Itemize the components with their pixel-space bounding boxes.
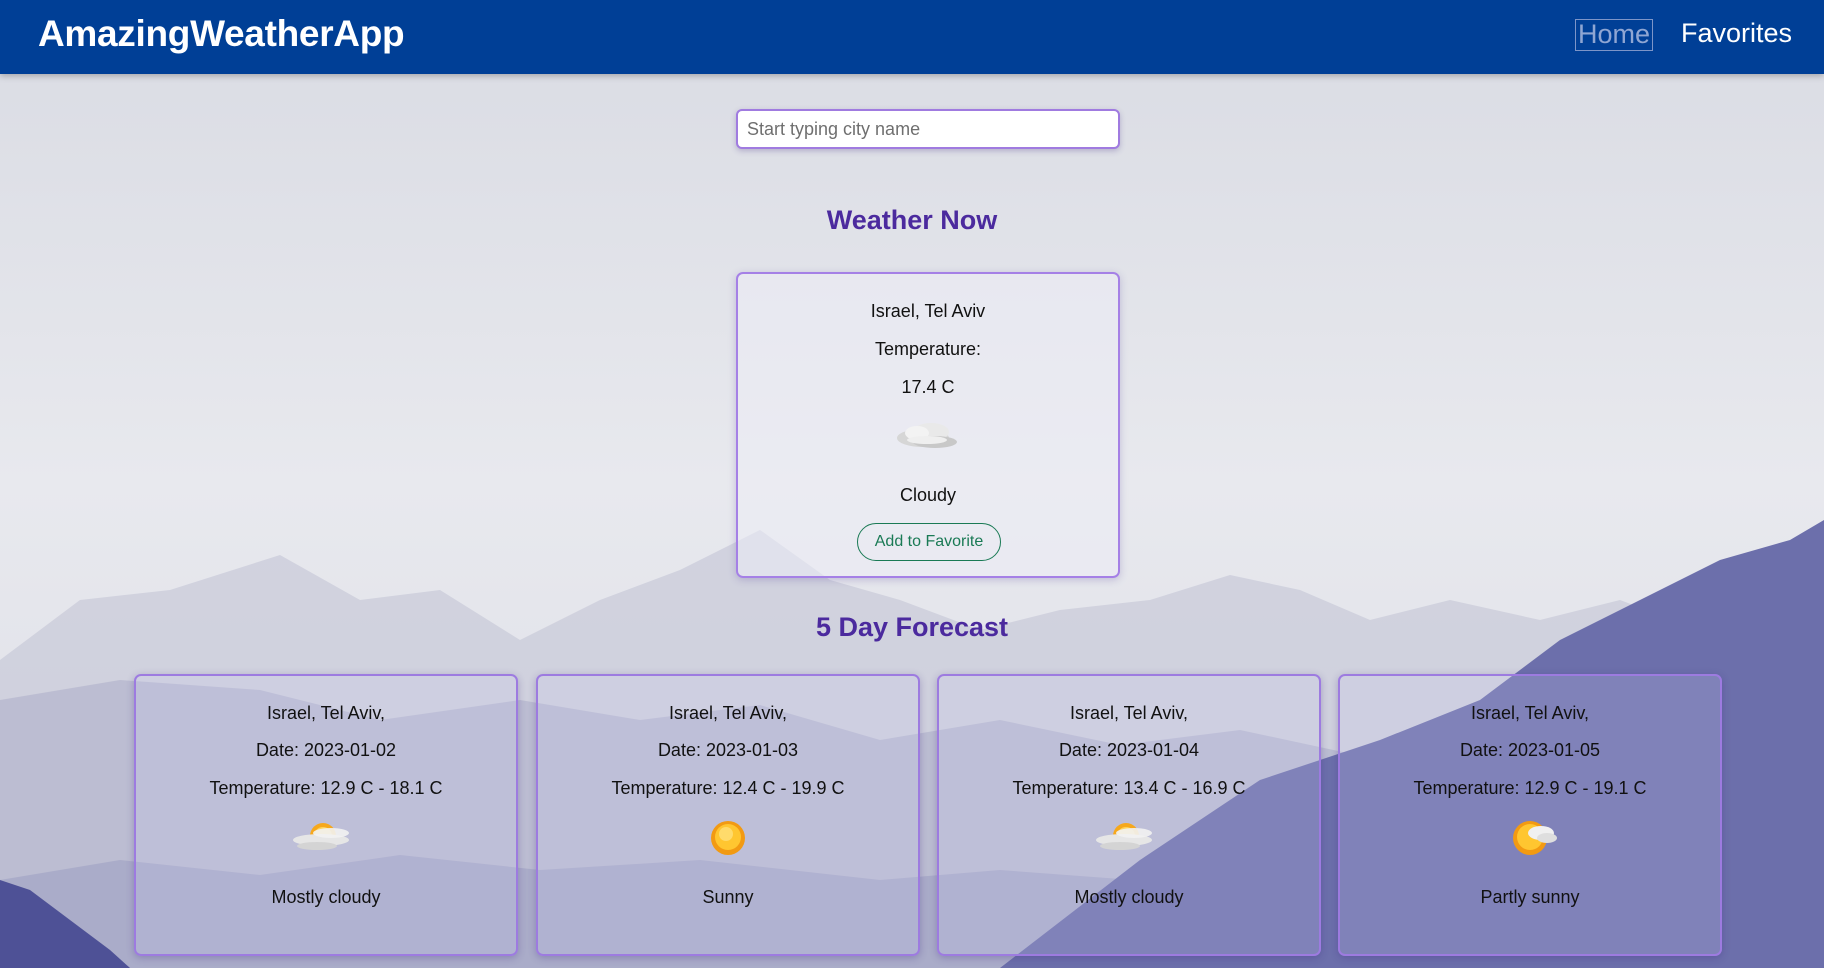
current-description: Cloudy (899, 485, 957, 505)
forecast-description: Mostly cloudy (1074, 887, 1184, 907)
forecast-date: Date: 2023-01-04 (1058, 740, 1200, 760)
mostly-cloudy-icon (939, 816, 1319, 860)
forecast-date: Date: 2023-01-03 (657, 740, 799, 760)
forecast-temperature: Temperature: 12.9 C - 19.1 C (1413, 778, 1647, 798)
weather-now-heading: Weather Now (826, 205, 998, 235)
forecast-location: Israel, Tel Aviv, (266, 703, 386, 723)
forecast-location: Israel, Tel Aviv, (1470, 703, 1590, 723)
forecast-card: Israel, Tel Aviv, Date: 2023-01-03 Tempe… (536, 674, 920, 956)
forecast-description: Sunny (702, 887, 754, 907)
forecast-card: Israel, Tel Aviv, Date: 2023-01-04 Tempe… (937, 674, 1321, 956)
forecast-card: Israel, Tel Aviv, Date: 2023-01-05 Tempe… (1338, 674, 1722, 956)
top-navbar: AmazingWeatherApp Home Favorites (0, 0, 1824, 74)
app-title[interactable]: AmazingWeatherApp (38, 13, 405, 55)
forecast-date: Date: 2023-01-05 (1459, 740, 1601, 760)
forecast-description: Mostly cloudy (271, 887, 381, 907)
temperature-value: 17.4 C (901, 377, 955, 397)
forecast-temperature: Temperature: 13.4 C - 16.9 C (1012, 778, 1246, 798)
forecast-temperature: Temperature: 12.9 C - 18.1 C (209, 778, 443, 798)
sun-icon (538, 816, 918, 860)
mostly-cloudy-icon (136, 816, 516, 860)
nav-link-home[interactable]: Home (1575, 19, 1654, 51)
current-location: Israel, Tel Aviv (870, 301, 986, 321)
cloud-icon (738, 416, 1118, 456)
forecast-location: Israel, Tel Aviv, (1069, 703, 1189, 723)
forecast-location: Israel, Tel Aviv, (668, 703, 788, 723)
add-to-favorite-button[interactable]: Add to Favorite (857, 523, 1001, 561)
current-weather-card: Israel, Tel Aviv Temperature: 17.4 C Clo… (736, 272, 1120, 578)
forecast-card: Israel, Tel Aviv, Date: 2023-01-02 Tempe… (134, 674, 518, 956)
forecast-description: Partly sunny (1480, 887, 1580, 907)
partly-sunny-icon (1340, 816, 1720, 860)
forecast-date: Date: 2023-01-02 (255, 740, 397, 760)
forecast-temperature: Temperature: 12.4 C - 19.9 C (611, 778, 845, 798)
temperature-label: Temperature: (874, 339, 982, 359)
nav-link-favorites[interactable]: Favorites (1679, 19, 1794, 51)
forecast-heading: 5 Day Forecast (815, 612, 1009, 642)
city-search-input[interactable] (736, 109, 1120, 149)
